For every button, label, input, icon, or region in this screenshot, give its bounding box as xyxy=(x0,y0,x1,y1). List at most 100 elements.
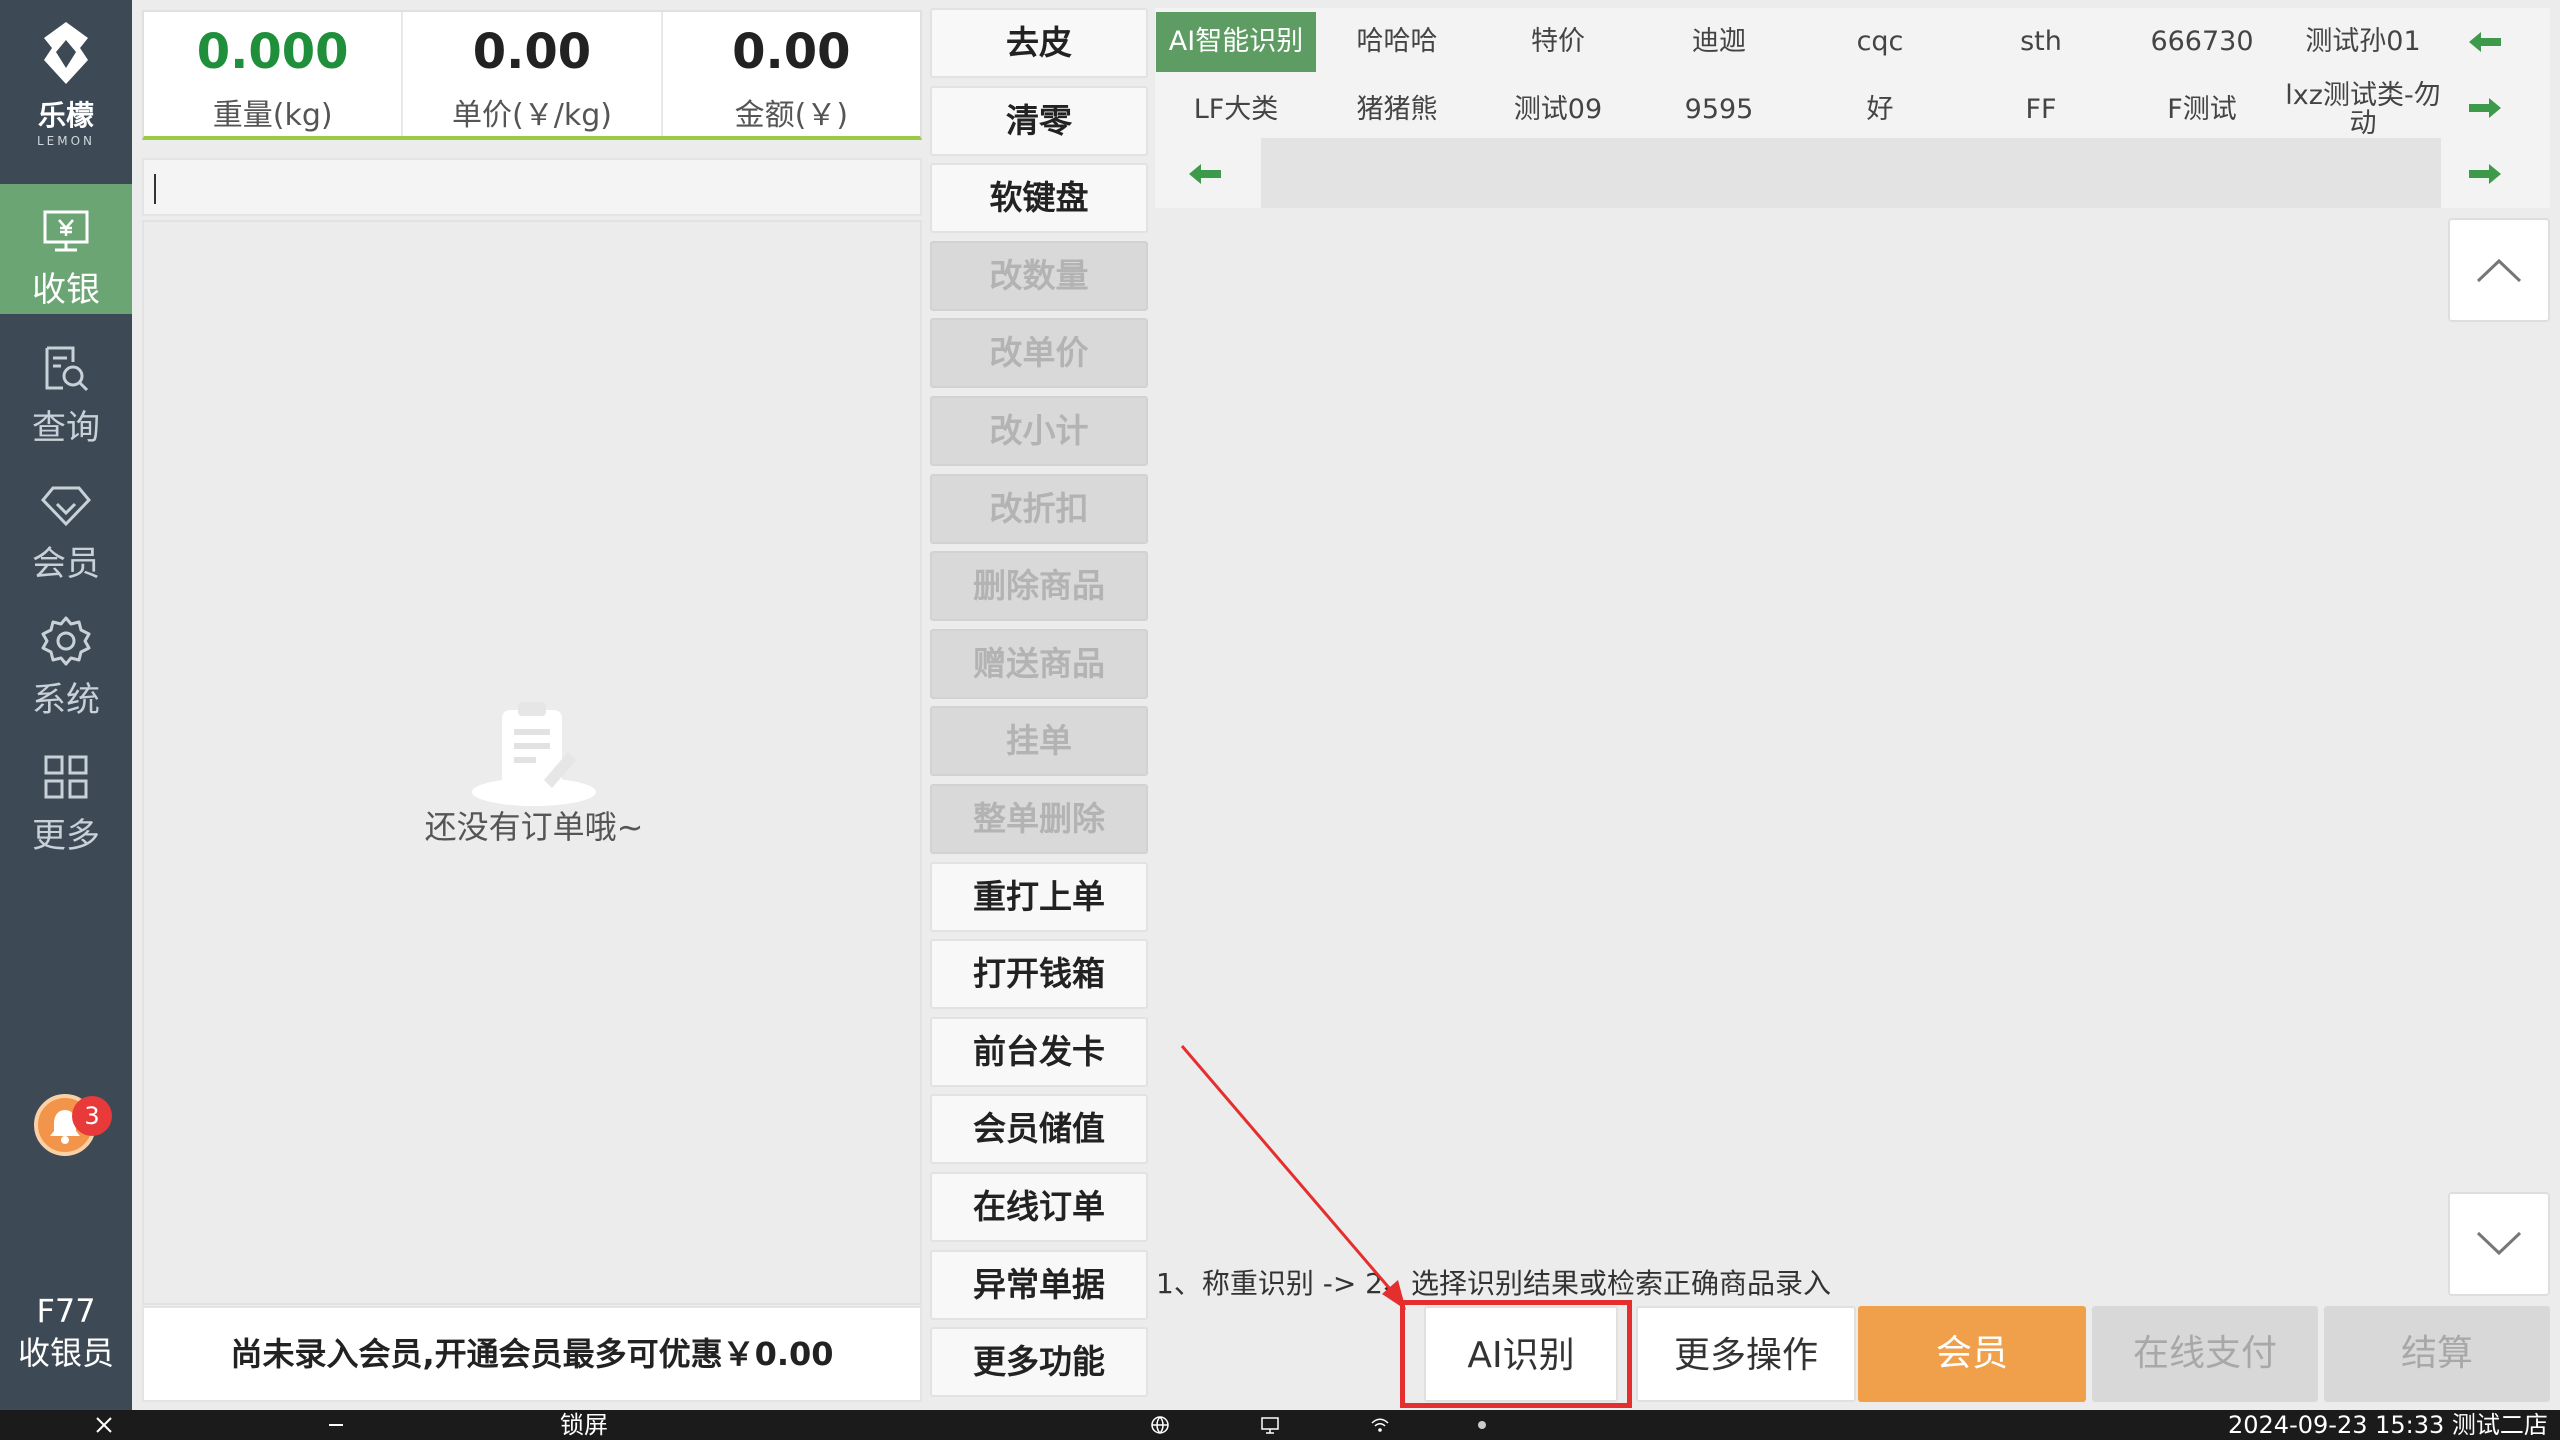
function-button[interactable]: 软键盘 xyxy=(930,163,1148,234)
function-button[interactable]: 打开钱箱 xyxy=(930,939,1148,1010)
category-item[interactable]: 9595 xyxy=(1639,80,1799,140)
function-button[interactable]: 去皮 xyxy=(930,8,1148,78)
page-prev-arrow[interactable] xyxy=(1175,144,1235,204)
weight-value: 0.000 xyxy=(196,24,349,80)
nav-item-system[interactable]: 系统 xyxy=(0,594,132,724)
text-caret xyxy=(154,174,156,204)
category-item[interactable]: 猪猪熊 xyxy=(1317,80,1477,140)
amount-value: 0.00 xyxy=(732,24,851,80)
more-operations-button[interactable]: 更多操作 xyxy=(1636,1306,1856,1402)
taskbar-store: 测试二店 xyxy=(2451,1411,2548,1439)
gear-icon xyxy=(41,616,91,666)
function-button[interactable]: 在线订单 xyxy=(930,1172,1148,1242)
nav-label: 更多 xyxy=(32,816,100,856)
category-panel: AI智能识别 哈哈哈 特价 迪迦 cqc sth 666730 测试孙01 LF大类 猪猪熊 测试0… xyxy=(1155,8,2550,208)
nav-item-more[interactable]: 更多 xyxy=(0,730,132,860)
function-button[interactable]: 前台发卡 xyxy=(930,1016,1148,1087)
scroll-down-button[interactable] xyxy=(2448,1192,2550,1296)
category-item[interactable]: 哈哈哈 xyxy=(1317,12,1477,72)
category-prev-arrow[interactable] xyxy=(2455,12,2515,72)
diamond-icon xyxy=(40,486,92,527)
wifi-icon-button[interactable] xyxy=(1370,1410,1390,1440)
category-item[interactable]: 特价 xyxy=(1478,12,1638,72)
empty-order-icon xyxy=(472,702,596,806)
nav-item-member[interactable]: 会员 xyxy=(0,458,132,588)
checkout-button[interactable]: 结算 xyxy=(2324,1306,2550,1402)
category-item[interactable]: 测试孙01 xyxy=(2283,12,2443,72)
close-button[interactable] xyxy=(94,1410,114,1440)
category-item[interactable]: 好 xyxy=(1800,80,1960,140)
category-item[interactable]: 666730 xyxy=(2122,12,2282,72)
barcode-input[interactable] xyxy=(142,158,922,216)
category-item[interactable]: 迪迦 xyxy=(1639,12,1799,72)
function-button[interactable]: 会员储值 xyxy=(930,1094,1148,1165)
amount-cell: 0.00 金额(￥) xyxy=(663,12,920,136)
user-role: 收银员 xyxy=(17,1334,114,1372)
lock-screen-button[interactable]: 锁屏 xyxy=(560,1410,608,1440)
function-button[interactable]: 赠送商品 xyxy=(930,628,1148,699)
close-icon xyxy=(96,1417,112,1433)
function-button[interactable]: 改单价 xyxy=(930,318,1148,389)
nav-label: 查询 xyxy=(32,408,100,448)
grid-icon xyxy=(44,755,88,799)
nav-label: 系统 xyxy=(32,680,100,720)
category-item[interactable]: cqc xyxy=(1800,12,1960,72)
globe-icon-button[interactable] xyxy=(1150,1410,1170,1440)
arrow-left-icon xyxy=(2469,32,2501,52)
function-button[interactable]: 重打上单 xyxy=(930,861,1148,932)
terminal-id: F77 xyxy=(36,1292,96,1330)
logo-subtext: LEMON xyxy=(36,134,96,148)
scroll-up-button[interactable] xyxy=(2448,218,2550,322)
category-item[interactable]: FF xyxy=(1961,80,2121,140)
annotation-arrow xyxy=(1180,1045,1406,1310)
category-item[interactable]: LF大类 xyxy=(1156,80,1316,140)
query-icon xyxy=(45,346,89,392)
arrow-right-icon xyxy=(2469,98,2501,118)
online-pay-button[interactable]: 在线支付 xyxy=(2092,1306,2318,1402)
arrow-right-icon xyxy=(2469,164,2501,184)
function-button[interactable]: 删除商品 xyxy=(930,551,1148,622)
function-button[interactable]: 改数量 xyxy=(930,240,1148,311)
category-item[interactable]: sth xyxy=(1961,12,2121,72)
nav-item-query[interactable]: 查询 xyxy=(0,322,132,452)
minimize-button[interactable] xyxy=(326,1410,346,1440)
function-button[interactable]: 改小计 xyxy=(930,396,1148,466)
monitor-icon xyxy=(1261,1417,1279,1434)
amount-label: 金额(￥) xyxy=(734,98,849,133)
category-item[interactable]: 测试09 xyxy=(1478,80,1638,140)
chevron-up-icon xyxy=(2476,258,2522,283)
weight-label: 重量(kg) xyxy=(212,98,333,133)
cashier-icon xyxy=(43,210,89,252)
weight-cell: 0.000 重量(kg) xyxy=(144,12,404,136)
category-page-strip xyxy=(1261,138,2441,208)
unit-price-cell: 0.00 单价(￥/kg) xyxy=(403,12,663,136)
nav-item-cashier[interactable]: 收银 xyxy=(0,184,132,314)
user-block[interactable]: F77 收银员 xyxy=(0,1290,132,1374)
notification-badge: 3 xyxy=(72,1096,112,1136)
function-button[interactable]: 异常单据 xyxy=(930,1249,1148,1320)
unit-price-value: 0.00 xyxy=(472,24,592,80)
member-promo-bar[interactable]: 尚未录入会员,开通会员最多可优惠￥0.00 xyxy=(142,1306,922,1402)
category-item[interactable]: AI智能识别 xyxy=(1156,12,1316,72)
category-item[interactable]: lxz测试类-勿动 xyxy=(2283,80,2443,140)
app-logo: 乐檬 LEMON xyxy=(0,18,132,148)
minimize-icon xyxy=(329,1424,343,1426)
monitor-icon-button[interactable] xyxy=(1260,1410,1280,1440)
function-button[interactable]: 改折扣 xyxy=(930,473,1148,544)
nav-label: 会员 xyxy=(32,544,100,584)
dot-icon xyxy=(1478,1421,1486,1429)
member-button[interactable]: 会员 xyxy=(1858,1306,2086,1402)
page-next-arrow[interactable] xyxy=(2455,144,2515,204)
function-button[interactable]: 整单删除 xyxy=(930,784,1148,854)
taskbar-datetime: 2024-09-23 15:33 xyxy=(2228,1411,2445,1439)
function-button[interactable]: 清零 xyxy=(930,85,1148,156)
unit-price-label: 单价(￥/kg) xyxy=(452,98,612,133)
scale-summary: 0.000 重量(kg) 0.00 单价(￥/kg) 0.00 金额(￥) xyxy=(142,10,922,140)
taskbar: 锁屏 2024-09-23 15:33 测试二店 xyxy=(0,1410,2560,1440)
category-item[interactable]: F测试 xyxy=(2122,80,2282,140)
function-button[interactable]: 挂单 xyxy=(930,706,1148,777)
status-dot xyxy=(1472,1410,1492,1440)
function-button[interactable]: 更多功能 xyxy=(930,1327,1148,1398)
empty-order-text: 还没有订单哦~ xyxy=(424,808,644,846)
category-next-arrow[interactable] xyxy=(2455,78,2515,138)
